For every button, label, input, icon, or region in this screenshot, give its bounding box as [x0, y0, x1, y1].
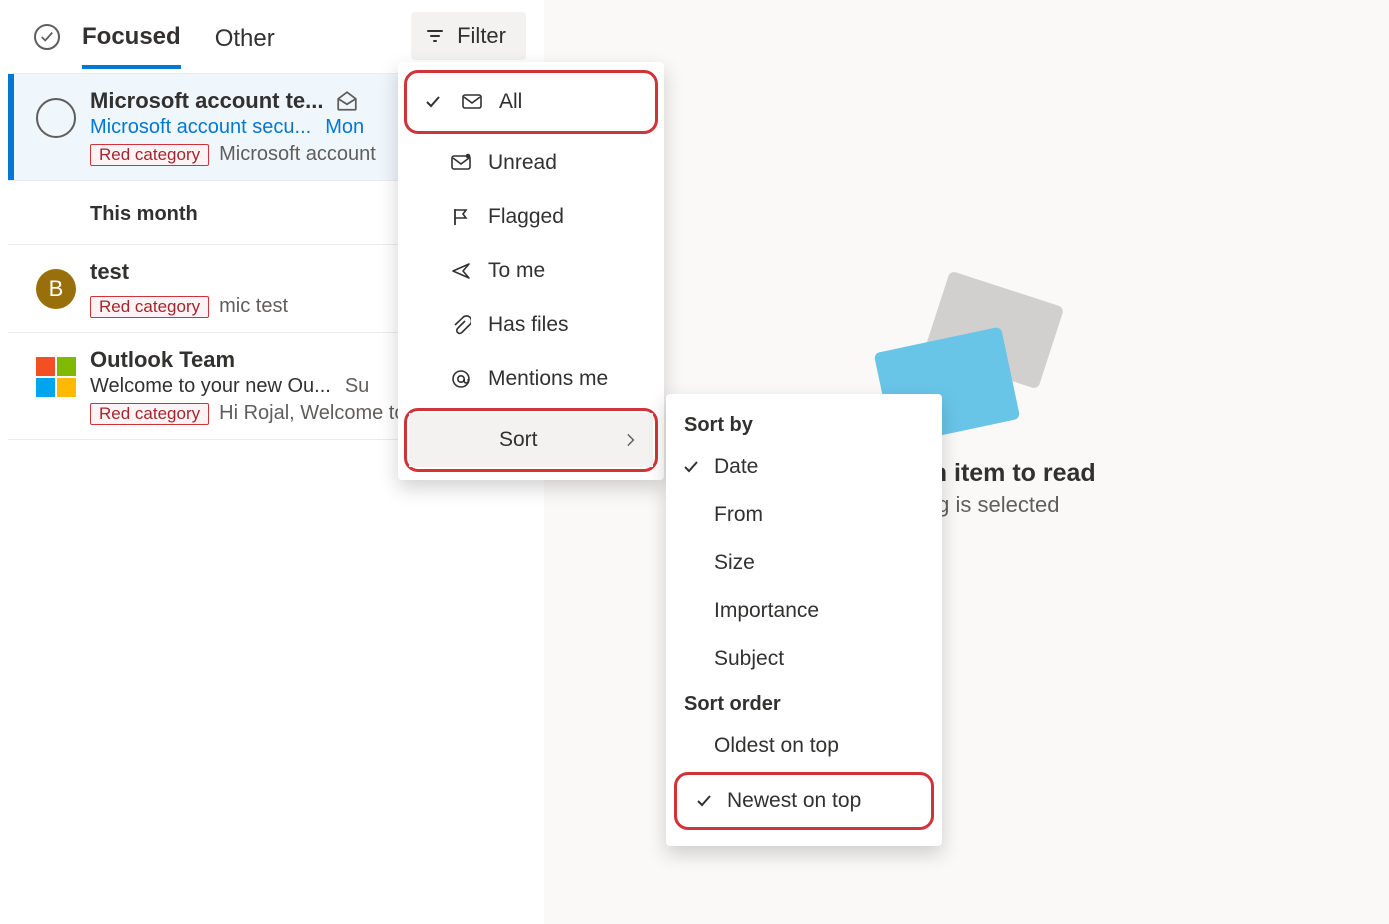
preview: mic test: [219, 295, 288, 318]
filter-button-label: Filter: [457, 23, 506, 49]
subject: Welcome to your new Ou...: [90, 375, 331, 398]
filter-item-mentions[interactable]: Mentions me: [398, 352, 664, 406]
sender: Microsoft account te...: [90, 88, 323, 114]
filter-item-tome[interactable]: To me: [398, 244, 664, 298]
sort-item-newest[interactable]: Newest on top: [679, 777, 929, 825]
sort-item-from[interactable]: From: [666, 491, 942, 539]
sort-item-importance[interactable]: Importance: [666, 587, 942, 635]
filter-item-label: Sort: [499, 428, 538, 452]
subject: Microsoft account secu...: [90, 116, 311, 139]
tab-focused[interactable]: Focused: [82, 5, 181, 69]
sort-item-oldest[interactable]: Oldest on top: [666, 722, 942, 770]
filter-item-unread[interactable]: Unread: [398, 136, 664, 190]
chevron-right-icon: [623, 430, 639, 450]
sort-item-size[interactable]: Size: [666, 539, 942, 587]
sort-item-label: From: [714, 503, 763, 527]
sort-menu: Sort by Date From Size Importance Subjec…: [666, 394, 942, 846]
sort-item-label: Size: [714, 551, 755, 575]
sort-item-label: Subject: [714, 647, 784, 671]
filter-menu: All Unread Flagged To me Has files Menti…: [398, 62, 664, 480]
category-tag[interactable]: Red category: [90, 403, 209, 425]
check-icon: [40, 30, 54, 44]
filter-item-label: To me: [488, 259, 545, 283]
category-tag[interactable]: Red category: [90, 144, 209, 166]
sort-heading-order: Sort order: [666, 683, 942, 722]
sender: Outlook Team: [90, 347, 235, 373]
preview: Microsoft account: [219, 143, 376, 166]
sort-item-label: Oldest on top: [714, 734, 839, 758]
sort-item-date[interactable]: Date: [666, 443, 942, 491]
filter-item-hasfiles[interactable]: Has files: [398, 298, 664, 352]
sort-item-label: Date: [714, 455, 758, 479]
filter-button[interactable]: Filter: [411, 12, 526, 60]
avatar[interactable]: B: [36, 269, 76, 309]
check-icon: [682, 459, 700, 475]
sort-item-label: Newest on top: [727, 789, 861, 813]
check-icon: [424, 94, 442, 110]
paperclip-icon: [451, 315, 471, 335]
sender: test: [90, 259, 129, 285]
check-icon: [695, 793, 713, 809]
filter-item-label: Has files: [488, 313, 569, 337]
filter-item-label: Mentions me: [488, 367, 608, 391]
send-icon: [450, 261, 472, 281]
tab-other[interactable]: Other: [215, 7, 275, 67]
avatar[interactable]: [36, 98, 76, 138]
filter-icon: [425, 26, 445, 46]
envelope-dot-icon: [450, 153, 472, 173]
sort-item-subject[interactable]: Subject: [666, 635, 942, 683]
filter-item-sort[interactable]: Sort: [409, 413, 653, 467]
sort-item-label: Importance: [714, 599, 819, 623]
at-icon: [451, 369, 471, 389]
filter-item-all[interactable]: All: [409, 75, 653, 129]
microsoft-logo-icon[interactable]: [36, 357, 76, 397]
date: Mon: [325, 116, 364, 139]
filter-item-label: Flagged: [488, 205, 564, 229]
flag-icon: [451, 207, 471, 227]
select-all-toggle[interactable]: [34, 24, 60, 50]
envelope-icon: [461, 92, 483, 112]
sort-heading-sortby: Sort by: [666, 404, 942, 443]
filter-item-flagged[interactable]: Flagged: [398, 190, 664, 244]
filter-item-label: Unread: [488, 151, 557, 175]
date: Su: [345, 375, 369, 398]
selection-bar: [8, 74, 14, 180]
filter-item-label: All: [499, 90, 522, 114]
category-tag[interactable]: Red category: [90, 296, 209, 318]
envelope-open-icon: [335, 90, 359, 112]
